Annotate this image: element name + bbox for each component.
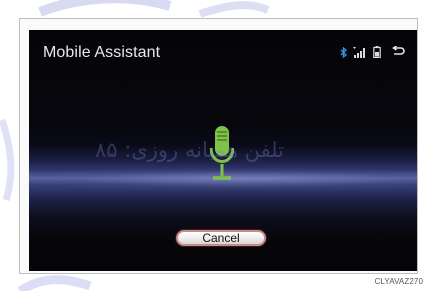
battery-icon <box>373 46 381 58</box>
figure-caption: CLYAVAZ270 <box>374 277 423 286</box>
cancel-button[interactable]: Cancel <box>176 230 266 246</box>
bluetooth-icon <box>340 46 347 58</box>
screen-title: Mobile Assistant <box>43 44 161 61</box>
back-icon[interactable] <box>391 46 405 58</box>
status-bar <box>340 44 405 60</box>
microphone-icon <box>209 126 235 189</box>
display-screen: Mobile Assistant Cancel <box>29 30 417 271</box>
signal-icon <box>353 46 367 58</box>
